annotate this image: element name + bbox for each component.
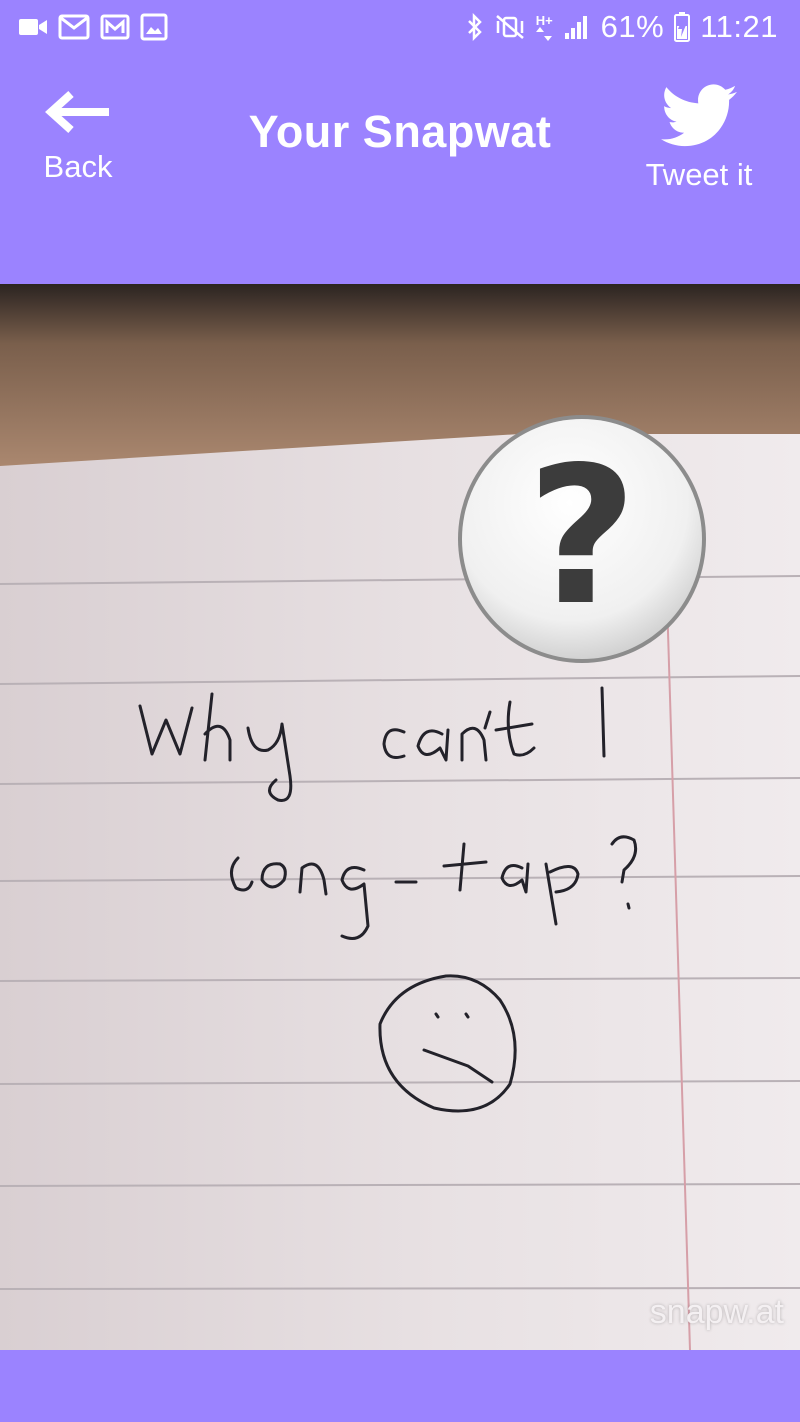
vibrate-mute-icon <box>494 13 526 41</box>
back-label: Back <box>43 149 113 184</box>
app-header: Back Your Snapwat Tweet it <box>0 54 800 284</box>
arrow-left-icon <box>45 90 111 139</box>
video-call-icon <box>18 16 48 38</box>
watermark: snapw.at <box>649 1293 784 1331</box>
twitter-bird-icon <box>661 84 737 153</box>
battery-percent: 61% <box>600 9 665 44</box>
bottom-bar <box>0 1350 800 1422</box>
data-arrows-icon: H+ <box>536 14 553 41</box>
status-bar: H+ 61% 11:21 <box>0 0 800 54</box>
help-question-icon[interactable]: ? <box>455 412 709 666</box>
tweet-button[interactable]: Tweet it <box>634 84 764 204</box>
bluetooth-icon <box>466 13 484 41</box>
clock: 11:21 <box>700 9 778 44</box>
snap-photo: ? snapw.at <box>0 284 800 1350</box>
notification-icons <box>18 12 168 42</box>
page-title: Your Snapwat <box>248 106 552 157</box>
tweet-label: Tweet it <box>645 157 753 192</box>
gallery-icon <box>140 13 168 41</box>
system-status: H+ 61% 11:21 <box>466 8 778 46</box>
network-type: H+ <box>535 12 553 28</box>
signal-icon <box>563 13 591 41</box>
mail-outline-icon <box>58 14 90 40</box>
back-button[interactable]: Back <box>30 90 126 200</box>
battery-charging-icon <box>674 12 691 42</box>
svg-text:?: ? <box>527 426 637 647</box>
gmail-icon <box>100 14 130 40</box>
